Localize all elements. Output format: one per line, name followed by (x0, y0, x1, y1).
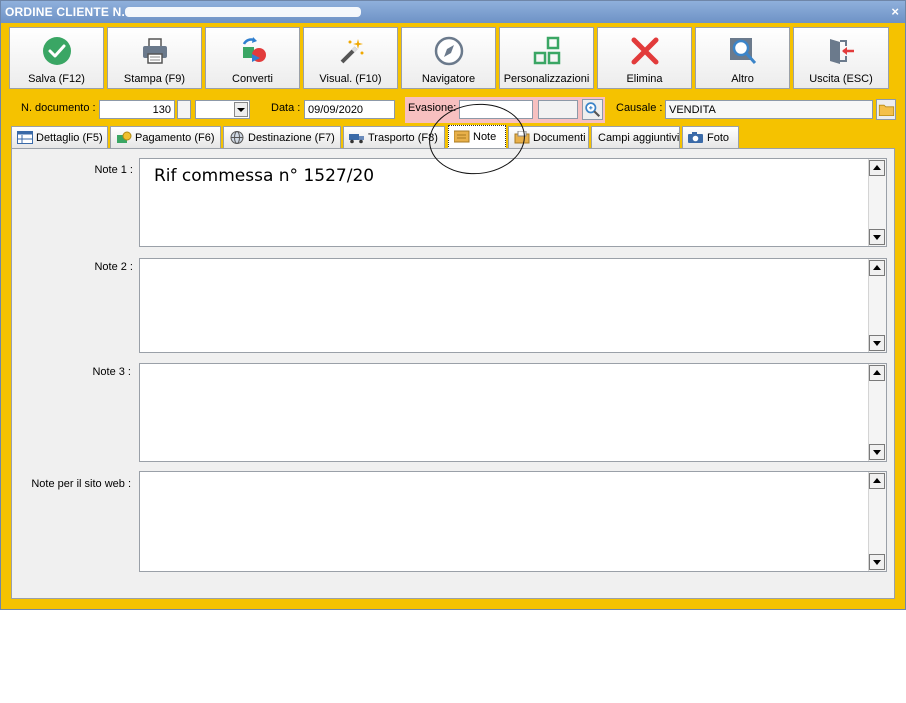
delete-button-label: Elimina (626, 73, 663, 85)
tab-campi-aggiuntivi[interactable]: Campi aggiuntivi (591, 126, 680, 148)
tab-foto-label: Foto (707, 132, 730, 144)
date-input[interactable] (304, 100, 395, 119)
window-title: ORDINE CLIENTE N. (5, 5, 126, 19)
scroll-up-icon[interactable] (869, 160, 885, 176)
note-icon (454, 130, 470, 143)
evasione-date-input[interactable] (459, 100, 533, 119)
tab-destinazione-label: Destinazione (F7) (248, 132, 335, 144)
save-button-label: Salva (F12) (28, 73, 85, 85)
tab-note-label: Note (473, 131, 497, 143)
document-number-input[interactable] (99, 100, 175, 119)
evasione-secondary-input[interactable] (538, 100, 578, 119)
document-number-label: N. documento : (21, 102, 96, 114)
magic-wand-icon (340, 39, 363, 64)
more-button-label: Altro (731, 73, 754, 85)
save-button[interactable]: Salva (F12) (9, 27, 104, 89)
note-1-textarea[interactable]: Rif commessa n° 1527/20 (139, 158, 887, 247)
convert-button-label: Converti (232, 73, 273, 85)
print-button[interactable]: Stampa (F9) (107, 27, 202, 89)
note-web-scrollbar[interactable] (868, 472, 886, 571)
tab-note[interactable]: Note (448, 125, 506, 149)
scroll-down-icon[interactable] (869, 229, 885, 245)
check-icon (42, 37, 71, 65)
tab-dettaglio[interactable]: Dettaglio (F5) (11, 126, 108, 148)
customize-button-label: Personalizzazioni (503, 73, 590, 85)
tab-campi-aggiuntivi-label: Campi aggiuntivi (598, 132, 680, 144)
evasione-search-button[interactable] (582, 99, 603, 120)
customize-button[interactable]: Personalizzazioni (499, 27, 594, 89)
exit-door-icon (830, 39, 854, 64)
navigator-button[interactable]: Navigatore (401, 27, 496, 89)
printer-icon (142, 38, 167, 64)
tab-trasporto-label: Trasporto (F8) (368, 132, 438, 144)
causale-input[interactable] (665, 100, 873, 119)
camera-icon (688, 132, 703, 143)
document-number-spin[interactable] (177, 100, 191, 119)
view-button[interactable]: Visual. (F10) (303, 27, 398, 89)
convert-button[interactable]: Converti (205, 27, 300, 89)
tab-documenti[interactable]: Documenti (508, 126, 589, 148)
truck-icon (349, 134, 364, 144)
money-icon (117, 131, 132, 143)
search-icon (729, 38, 756, 65)
delete-x-icon (631, 37, 658, 65)
view-button-label: Visual. (F10) (319, 73, 382, 85)
scroll-down-icon[interactable] (869, 554, 885, 570)
date-label: Data : (271, 102, 301, 114)
scroll-up-icon[interactable] (869, 365, 885, 381)
document-series-select[interactable] (195, 100, 250, 119)
tab-destinazione[interactable]: Destinazione (F7) (223, 126, 341, 148)
tab-trasporto[interactable]: Trasporto (F8) (343, 126, 445, 148)
note-2-label: Note 2 : (94, 261, 133, 273)
exit-button[interactable]: Uscita (ESC) (793, 27, 889, 89)
delete-button[interactable]: Elimina (597, 27, 692, 89)
note-3-textarea[interactable] (139, 363, 887, 462)
note-3-scrollbar[interactable] (868, 364, 886, 461)
note-1-label: Note 1 : (94, 164, 133, 176)
order-window: ORDINE CLIENTE N. × Salva (F12) Stampa (… (0, 0, 906, 610)
table-icon (17, 131, 33, 144)
note-1-text: Rif commessa n° 1527/20 (154, 166, 375, 186)
note-web-textarea[interactable] (139, 471, 887, 572)
title-bar: ORDINE CLIENTE N. × (1, 1, 905, 23)
folder-icon (878, 104, 895, 116)
tab-foto[interactable]: Foto (682, 126, 739, 148)
tab-dettaglio-label: Dettaglio (F5) (36, 132, 103, 144)
chevron-down-icon[interactable] (234, 102, 248, 117)
redacted-order-number (125, 7, 361, 17)
tab-documenti-label: Documenti (533, 132, 586, 144)
causale-label: Causale : (616, 102, 663, 114)
documents-icon (514, 131, 530, 144)
convert-icon (242, 37, 266, 62)
globe-icon (230, 131, 244, 144)
note-3-label: Note 3 : (92, 366, 131, 378)
note-2-scrollbar[interactable] (868, 259, 886, 352)
zoom-icon (585, 102, 601, 118)
toolbar: Salva (F12) Stampa (F9) Converti Visual.… (9, 27, 891, 89)
exit-button-label: Uscita (ESC) (809, 73, 873, 85)
tab-pagamento-label: Pagamento (F6) (135, 132, 215, 144)
print-button-label: Stampa (F9) (123, 73, 186, 85)
more-button[interactable]: Altro (695, 27, 790, 89)
tab-pagamento[interactable]: Pagamento (F6) (110, 126, 221, 148)
scroll-down-icon[interactable] (869, 335, 885, 351)
compass-icon (434, 36, 463, 66)
navigator-button-label: Navigatore (421, 73, 476, 85)
note-2-textarea[interactable] (139, 258, 887, 353)
note-web-label: Note per il sito web : (31, 478, 131, 490)
evasione-label: Evasione: (408, 102, 457, 114)
scroll-up-icon[interactable] (869, 260, 885, 276)
grid-icon (533, 36, 560, 65)
close-icon[interactable]: × (891, 4, 899, 19)
causale-browse-button[interactable] (876, 99, 896, 120)
tab-bar: Dettaglio (F5) Pagamento (F6) Destinazio… (11, 125, 891, 149)
note-1-scrollbar[interactable] (868, 159, 886, 246)
scroll-down-icon[interactable] (869, 444, 885, 460)
scroll-up-icon[interactable] (869, 473, 885, 489)
